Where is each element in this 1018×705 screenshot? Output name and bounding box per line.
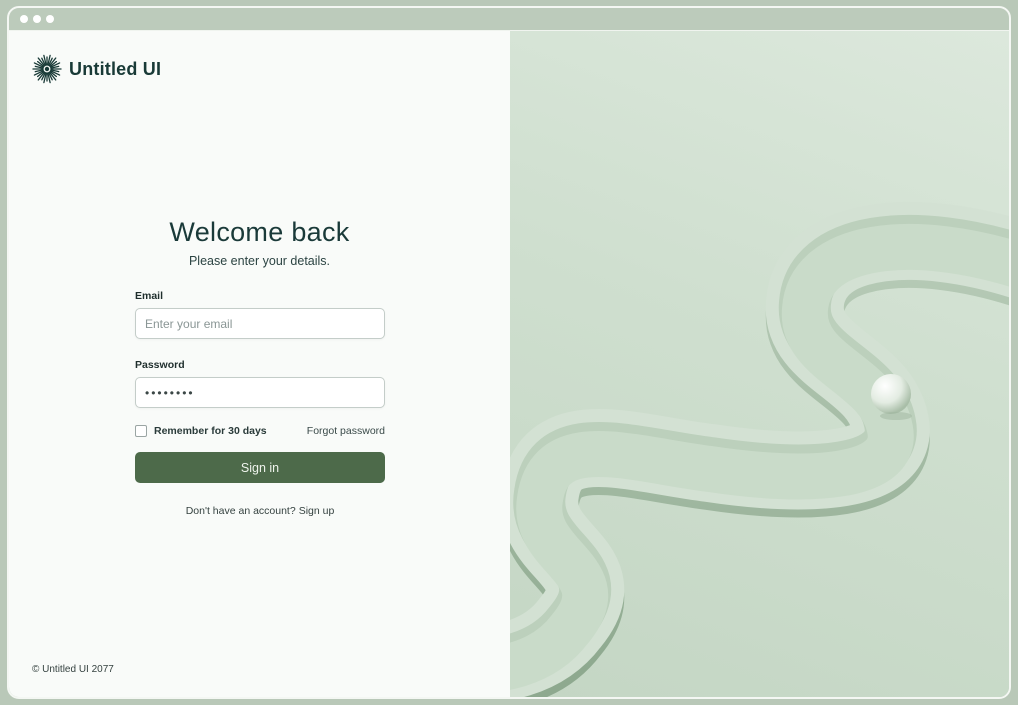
page-subtitle: Please enter your details. xyxy=(188,254,331,268)
ball-sphere xyxy=(871,374,911,414)
window-titlebar xyxy=(9,8,1009,30)
window-close-dot[interactable] xyxy=(20,15,28,23)
brand-name: Untitled UI xyxy=(69,58,162,79)
email-label: Email xyxy=(135,290,164,302)
signup-text: Don't have an account? xyxy=(185,505,296,517)
welcome-header: Welcome back Please enter your details. xyxy=(9,217,510,268)
remember-checkbox[interactable] xyxy=(135,425,147,437)
forgot-password-link[interactable]: Forgot password xyxy=(307,425,385,437)
page-content: Untitled UI Welcome back Please enter yo… xyxy=(9,30,1009,697)
brand[interactable]: Untitled UI xyxy=(32,54,161,84)
sunburst-icon xyxy=(32,54,62,84)
window-minimize-dot[interactable] xyxy=(33,15,41,23)
page-title: Welcome back xyxy=(169,217,350,247)
hero-illustration xyxy=(510,31,1009,697)
sign-up-link[interactable]: Sign up xyxy=(299,505,335,517)
remember-checkbox-group[interactable]: Remember for 30 days xyxy=(135,425,267,437)
login-panel: Untitled UI Welcome back Please enter yo… xyxy=(9,31,510,697)
login-form: Email Password Remember for 30 days Forg… xyxy=(135,290,385,517)
copyright: © Untitled UI 2077 xyxy=(32,664,114,675)
form-options: Remember for 30 days Forgot password xyxy=(135,425,385,437)
browser-window: Untitled UI Welcome back Please enter yo… xyxy=(7,6,1011,699)
sign-in-button[interactable]: Sign in xyxy=(135,452,385,483)
email-field[interactable] xyxy=(135,308,385,339)
signup-prompt: Don't have an account? Sign up xyxy=(135,505,385,517)
password-label: Password xyxy=(135,359,185,371)
window-maximize-dot[interactable] xyxy=(46,15,54,23)
maze-path-illustration xyxy=(510,201,1009,697)
remember-label[interactable]: Remember for 30 days xyxy=(154,425,267,437)
password-field[interactable] xyxy=(135,377,385,408)
